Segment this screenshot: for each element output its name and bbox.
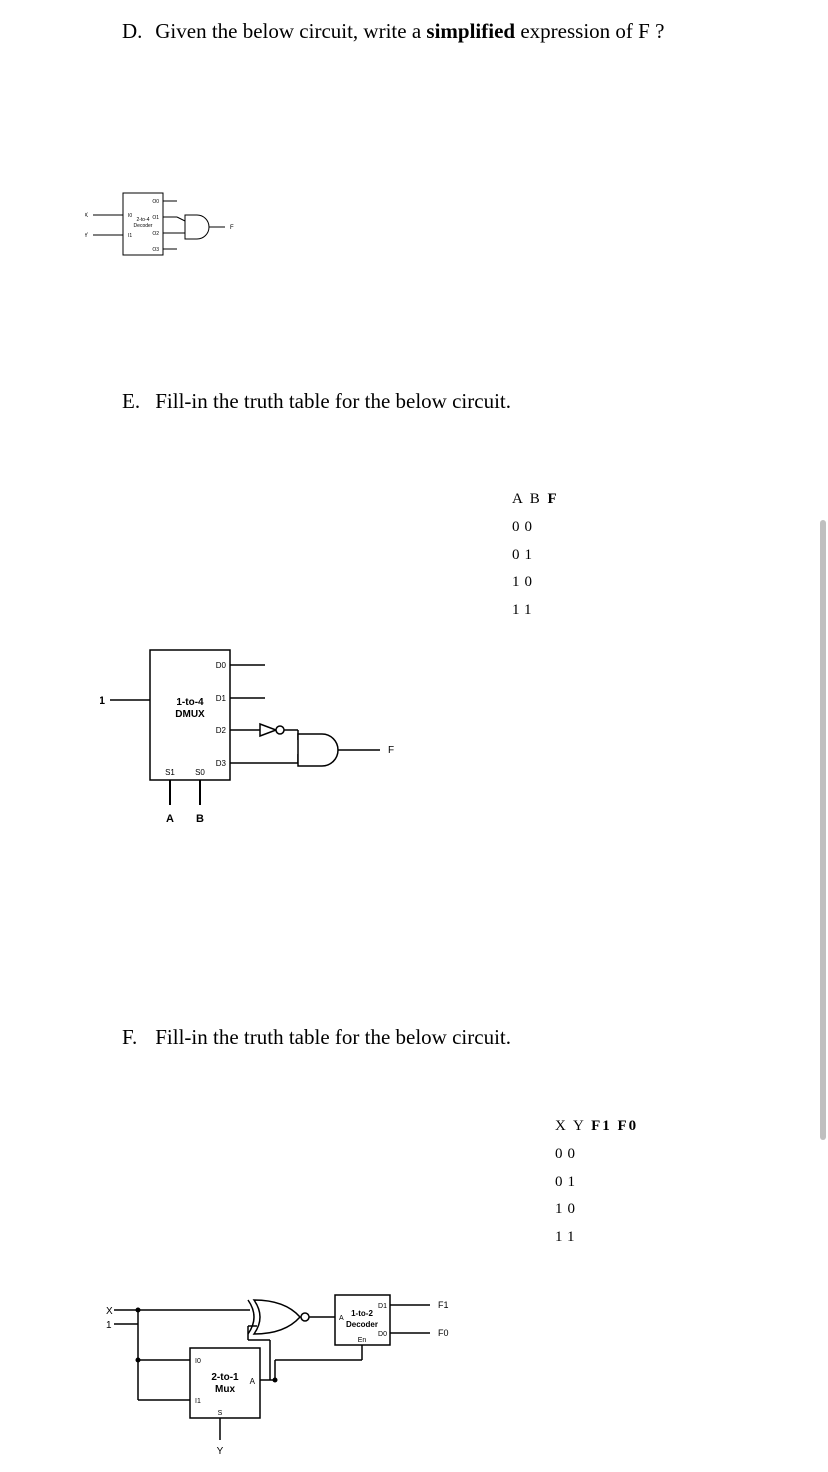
svg-text:S0: S0 [195, 768, 205, 777]
table-row: 01 [512, 542, 559, 570]
question-f: F. Fill-in the truth table for the below… [122, 1024, 692, 1051]
truth-table-e: A B F 00 01 10 11 [512, 486, 559, 625]
svg-text:O1: O1 [152, 215, 159, 221]
svg-text:Y: Y [217, 1446, 224, 1457]
question-e: E. Fill-in the truth table for the below… [122, 388, 692, 415]
question-d: D. Given the below circuit, write a simp… [122, 18, 692, 45]
svg-text:S: S [218, 1410, 223, 1417]
svg-text:F: F [388, 745, 394, 756]
svg-text:Decoder: Decoder [134, 223, 153, 229]
svg-text:D2: D2 [216, 726, 227, 735]
table-row: 11 [555, 1224, 638, 1252]
table-row: 10 [555, 1196, 638, 1224]
scrollbar[interactable] [820, 520, 826, 1140]
xnor-gate-icon [254, 1300, 300, 1334]
svg-text:D1: D1 [378, 1303, 387, 1310]
svg-text:O3: O3 [152, 247, 159, 253]
question-f-text: Fill-in the truth table for the below ci… [155, 1024, 675, 1051]
svg-text:O0: O0 [152, 199, 159, 205]
svg-text:D0: D0 [216, 661, 227, 670]
decoder-and-gate-svg: 2-to-4 Decoder X I0 Y I1 O0 O1 O2 O3 F [85, 185, 250, 275]
truth-table-f: X Y F1 F0 00 01 10 11 [555, 1113, 638, 1252]
figure-f-circuit: X 1 2-to-1 Mux I0 I1 A S Y [100, 1290, 470, 1465]
question-e-text: Fill-in the truth table for the below ci… [155, 388, 675, 415]
svg-text:Y: Y [85, 233, 88, 239]
table-e-header: A B F [512, 486, 559, 514]
svg-text:2-to-1: 2-to-1 [211, 1372, 239, 1383]
svg-text:I0: I0 [195, 1358, 201, 1365]
svg-text:En: En [358, 1337, 367, 1344]
mux-decoder-svg: X 1 2-to-1 Mux I0 I1 A S Y [100, 1290, 470, 1460]
figure-e-circuit: 1-to-4 DMUX 1 D0 D1 D2 D3 F S1 S0 A B [100, 640, 410, 845]
svg-text:I0: I0 [128, 213, 132, 219]
svg-text:1: 1 [106, 1320, 112, 1331]
question-d-label: D. [122, 18, 150, 45]
svg-text:1-to-4: 1-to-4 [176, 697, 204, 708]
figure-d-circuit: 2-to-4 Decoder X I0 Y I1 O0 O1 O2 O3 F [85, 185, 250, 280]
svg-text:D1: D1 [216, 694, 227, 703]
dmux-svg: 1-to-4 DMUX 1 D0 D1 D2 D3 F S1 S0 A B [100, 640, 410, 840]
question-d-text: Given the below circuit, write a simplif… [155, 18, 675, 45]
svg-text:1: 1 [100, 695, 105, 707]
svg-text:D3: D3 [216, 759, 227, 768]
table-row: 11 [512, 597, 559, 625]
svg-text:A: A [250, 1377, 256, 1386]
svg-text:DMUX: DMUX [175, 709, 205, 720]
question-e-label: E. [122, 388, 150, 415]
svg-text:I1: I1 [195, 1398, 201, 1405]
svg-text:Decoder: Decoder [346, 1320, 378, 1329]
svg-text:I1: I1 [128, 233, 132, 239]
table-row: 00 [555, 1141, 638, 1169]
svg-text:Mux: Mux [215, 1384, 235, 1395]
question-f-label: F. [122, 1024, 150, 1051]
svg-text:X: X [106, 1306, 113, 1317]
table-row: 00 [512, 514, 559, 542]
table-row: 10 [512, 569, 559, 597]
svg-text:A: A [166, 813, 174, 825]
svg-text:F: F [230, 225, 234, 231]
svg-text:A: A [339, 1315, 344, 1322]
svg-text:D0: D0 [378, 1331, 387, 1338]
svg-text:O2: O2 [152, 231, 159, 237]
table-f-header: X Y F1 F0 [555, 1113, 638, 1141]
not-gate-icon [260, 724, 276, 736]
and-gate-icon [298, 734, 338, 766]
svg-text:F1: F1 [438, 1300, 449, 1310]
svg-text:X: X [85, 213, 88, 219]
svg-text:F0: F0 [438, 1328, 449, 1338]
svg-text:B: B [196, 813, 204, 825]
table-row: 01 [555, 1169, 638, 1197]
svg-text:S1: S1 [165, 768, 175, 777]
svg-text:1-to-2: 1-to-2 [351, 1309, 373, 1318]
